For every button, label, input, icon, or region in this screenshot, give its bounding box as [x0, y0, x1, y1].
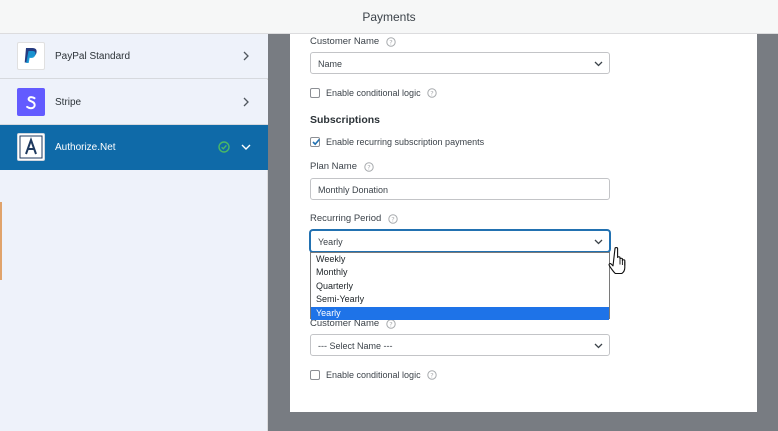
chevron-right-icon: [243, 97, 249, 107]
plan-name-input[interactable]: Monthly Donation: [310, 178, 610, 200]
customer-name-label: Customer Name ?: [310, 36, 396, 47]
help-icon[interactable]: ?: [386, 36, 396, 47]
recurring-period-select[interactable]: Yearly: [310, 230, 610, 252]
help-icon[interactable]: ?: [386, 318, 396, 329]
recurring-subscription-checkbox[interactable]: Enable recurring subscription payments: [310, 137, 484, 147]
checkmark-icon: [312, 138, 321, 146]
sidebar-item-authorize-net[interactable]: Authorize.Net: [0, 125, 268, 170]
customer-name-select[interactable]: Name: [310, 52, 610, 74]
help-icon[interactable]: ?: [426, 370, 437, 380]
sidebar: PayPal Standard Stripe Authorize.Net: [0, 34, 268, 431]
sidebar-item-label: PayPal Standard: [55, 51, 131, 62]
checkbox-box[interactable]: [310, 88, 320, 98]
chevron-right-icon: [243, 51, 249, 61]
checkbox-box[interactable]: [310, 370, 320, 380]
window-title: Payments: [362, 10, 416, 24]
svg-text:?: ?: [392, 215, 395, 223]
subscriptions-heading: Subscriptions: [310, 114, 381, 126]
panel-right-gutter: [757, 34, 767, 412]
svg-text:?: ?: [430, 89, 433, 97]
option-weekly[interactable]: Weekly: [311, 253, 609, 266]
chevron-down-icon: [594, 343, 603, 349]
help-icon[interactable]: ?: [426, 88, 437, 98]
option-quarterly[interactable]: Quarterly: [311, 280, 609, 293]
chevron-down-icon: [594, 61, 603, 67]
chevron-down-icon: [241, 144, 251, 150]
svg-text:?: ?: [430, 371, 433, 379]
chevron-down-icon: [594, 239, 603, 245]
plan-name-label: Plan Name ?: [310, 161, 374, 172]
customer-name-select-bottom[interactable]: --- Select Name ---: [310, 334, 610, 356]
authorize-net-logo-icon: [17, 133, 45, 161]
sidebar-item-label: Authorize.Net: [55, 142, 116, 153]
svg-text:?: ?: [389, 38, 392, 46]
conditional-logic-checkbox-top[interactable]: Enable conditional logic ?: [310, 88, 437, 98]
sidebar-item-stripe[interactable]: Stripe: [0, 80, 268, 125]
svg-text:?: ?: [389, 320, 392, 328]
sidebar-edge-marker: [0, 202, 2, 280]
conditional-logic-checkbox-bottom[interactable]: Enable conditional logic ?: [310, 370, 437, 380]
recurring-period-options: Weekly Monthly Quarterly Semi-Yearly Yea…: [310, 252, 610, 320]
option-monthly[interactable]: Monthly: [311, 266, 609, 279]
sidebar-item-label: Stripe: [55, 97, 82, 108]
sidebar-item-paypal-standard[interactable]: PayPal Standard: [0, 34, 268, 79]
checkbox-box[interactable]: [310, 137, 321, 147]
help-icon[interactable]: ?: [388, 213, 398, 224]
paypal-logo-icon: [17, 42, 45, 70]
authorize-net-settings-panel: Customer Name ? Name Enable conditional …: [290, 34, 767, 412]
option-yearly[interactable]: Yearly: [311, 306, 609, 320]
hand-pointer-cursor-icon: [608, 247, 626, 275]
settings-area: Customer Name ? Name Enable conditional …: [268, 34, 778, 431]
svg-text:?: ?: [367, 163, 370, 171]
recurring-period-label: Recurring Period ?: [310, 213, 398, 224]
stripe-logo-icon: [17, 88, 45, 116]
enabled-check-icon: [218, 141, 230, 153]
option-semi-yearly[interactable]: Semi-Yearly: [311, 293, 609, 306]
help-icon[interactable]: ?: [364, 161, 374, 172]
title-bar: Payments: [0, 0, 778, 34]
